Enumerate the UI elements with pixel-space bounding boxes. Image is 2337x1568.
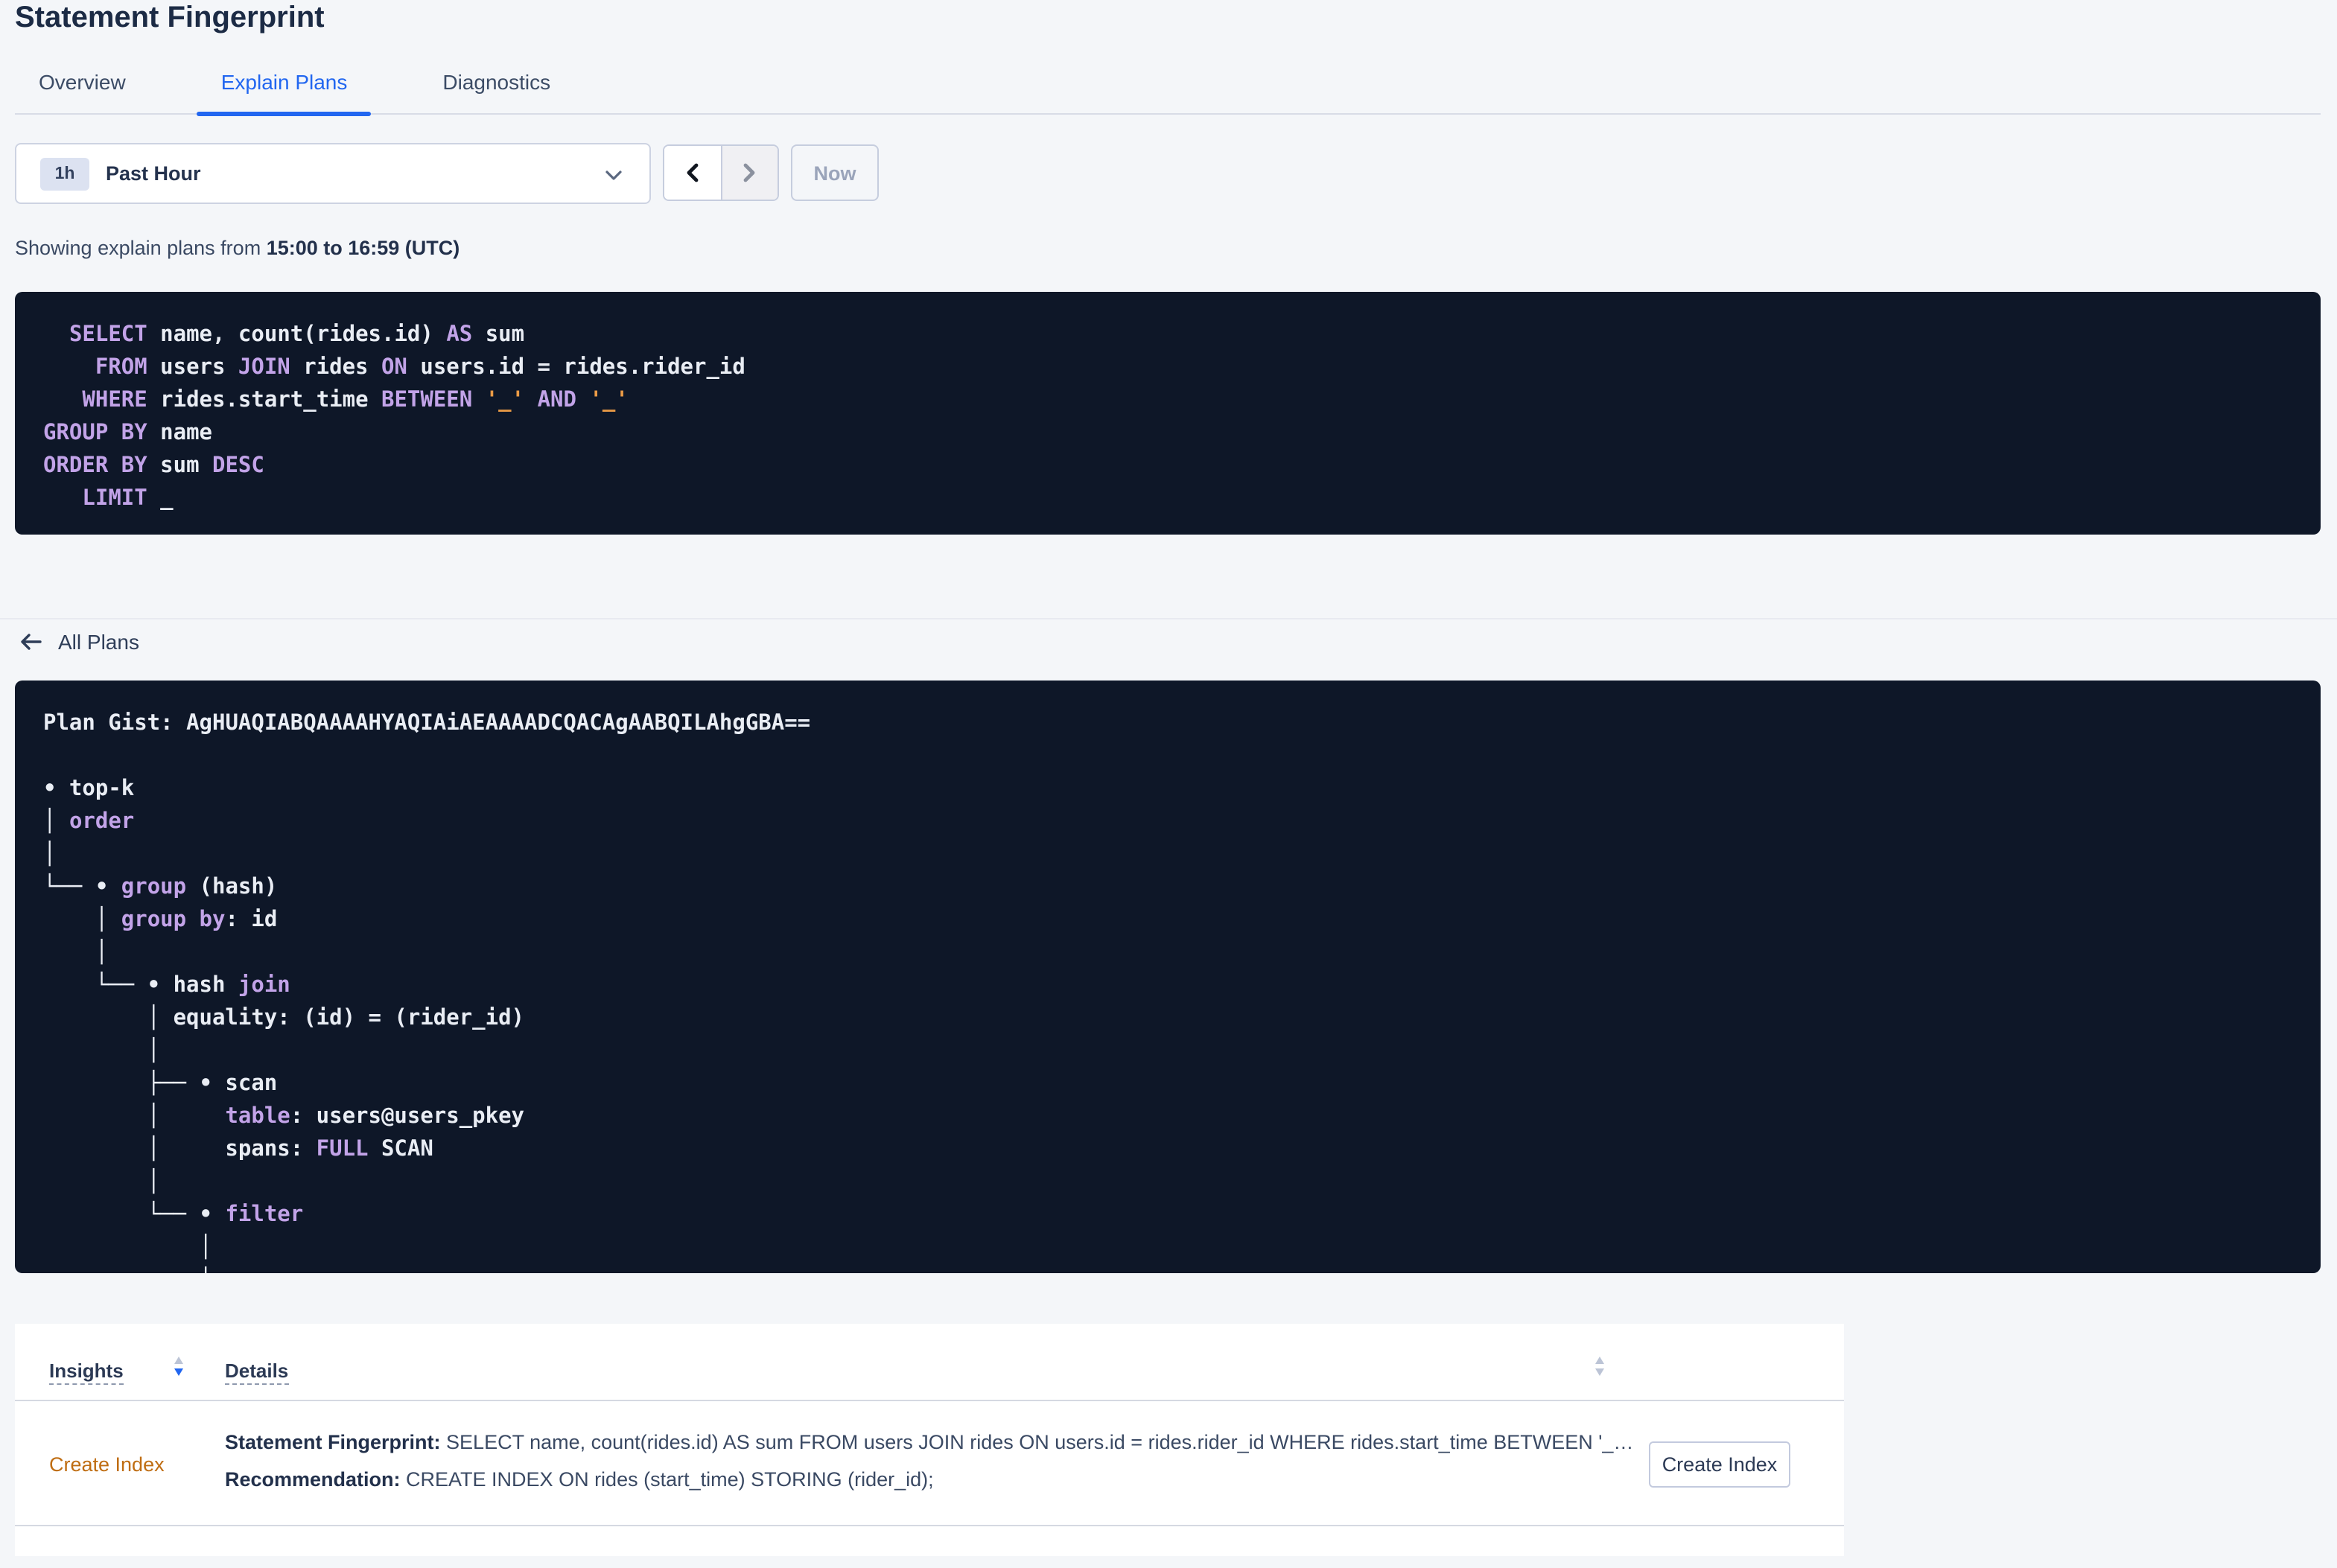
insight-type-link[interactable]: Create Index <box>49 1401 165 1526</box>
plan-gist-label: Plan Gist: <box>43 712 187 736</box>
time-range-dropdown[interactable]: 1h Past Hour <box>15 143 651 204</box>
status-line: Showing explain plans from 15:00 to 16:5… <box>15 235 460 261</box>
tab-overview[interactable]: Overview <box>15 51 150 115</box>
section-divider <box>0 618 2337 619</box>
all-plans-link[interactable]: All Plans <box>19 628 139 655</box>
time-range-label: Past Hour <box>106 162 201 185</box>
table-row: Create Index Statement Fingerprint: SELE… <box>15 1401 1844 1526</box>
page: Statement Fingerprint Overview Explain P… <box>0 0 2337 1568</box>
recommendation-label: Recommendation: <box>225 1468 401 1491</box>
chevron-right-icon <box>744 163 755 182</box>
plan-gist-value: AgHUAQIABQAAAAHYAQIAiAEAAAADCQACAgAABQIL… <box>186 712 811 736</box>
plan-gist-panel: Plan Gist: AgHUAQIABQAAAAHYAQIAiAEAAAADC… <box>15 681 2321 1273</box>
sort-icon-insights[interactable] <box>174 1357 183 1376</box>
tab-bar: Overview Explain Plans Diagnostics <box>15 51 2321 116</box>
next-time-button[interactable] <box>720 146 778 200</box>
prev-time-button[interactable] <box>664 146 720 200</box>
sql-statement-panel: SELECT name, count(rides.id) AS sum FROM… <box>15 292 2321 535</box>
sql-code: SELECT name, count(rides.id) AS sum FROM… <box>43 323 745 511</box>
column-header-insights-label: Insights <box>49 1360 124 1382</box>
fingerprint-line: Statement Fingerprint: SELECT name, coun… <box>225 1424 1631 1461</box>
column-header-details[interactable]: Details <box>225 1360 289 1385</box>
time-range-badge: 1h <box>40 157 89 190</box>
plan-tree: • top-k │ order │ └── • group (hash) │ grou… <box>43 777 525 1273</box>
sort-icon-actions[interactable] <box>1595 1357 1604 1376</box>
table-header-row: Insights Details <box>15 1324 1844 1401</box>
column-header-insights[interactable]: Insights <box>49 1360 124 1385</box>
all-plans-label: All Plans <box>58 630 139 654</box>
fingerprint-text: SELECT name, count(rides.id) AS sum FROM… <box>440 1431 1631 1453</box>
fingerprint-label: Statement Fingerprint: <box>225 1431 441 1453</box>
page-title: Statement Fingerprint <box>15 1 325 34</box>
plan-gist-line: Plan Gist: AgHUAQIABQAAAAHYAQIAiAEAAAADC… <box>43 707 2291 740</box>
details-cell: Statement Fingerprint: SELECT name, coun… <box>225 1424 1631 1498</box>
chevron-down-icon <box>605 170 622 180</box>
tab-diagnostics[interactable]: Diagnostics <box>419 51 574 115</box>
create-index-button[interactable]: Create Index <box>1649 1441 1790 1488</box>
recommendation-line: Recommendation: CREATE INDEX ON rides (s… <box>225 1461 1631 1498</box>
chevron-left-icon <box>687 163 698 182</box>
insights-table-card: Insights Details Create Index Statement … <box>15 1324 1844 1556</box>
status-prefix: Showing explain plans from <box>15 237 267 259</box>
recommendation-text: CREATE INDEX ON rides (start_time) STORI… <box>400 1468 934 1491</box>
status-range: 15:00 to 16:59 (UTC) <box>266 237 460 259</box>
arrow-left-icon <box>21 634 42 650</box>
column-header-details-label: Details <box>225 1360 289 1382</box>
now-button[interactable]: Now <box>791 144 879 201</box>
time-pager <box>663 144 779 201</box>
tab-explain-plans[interactable]: Explain Plans <box>197 51 372 116</box>
